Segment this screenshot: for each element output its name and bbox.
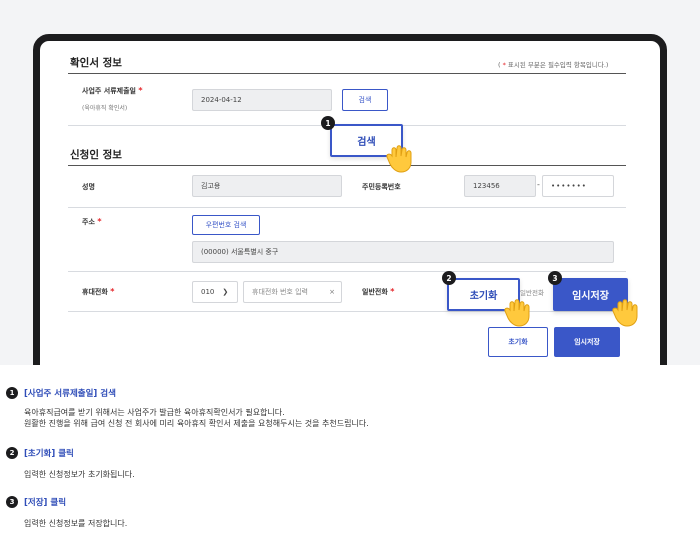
callout-badge-1: 1 [321, 116, 335, 130]
pointer-hand-icon [612, 299, 638, 327]
divider [68, 165, 626, 166]
pointer-hand-icon [504, 299, 530, 327]
step-badge: 1 [6, 387, 18, 399]
step-title: [저장] 클릭 [24, 498, 67, 508]
step-3-header: 3 [저장] 클릭 [6, 496, 66, 508]
step-text: 입력한 신청정보가 초기화됩니다. [24, 470, 135, 479]
employer-submit-label: 사업주 서류제출일 * [82, 86, 143, 95]
step-title: [초기화] 클릭 [24, 449, 74, 459]
required-note: ( * 표시된 부분은 필수입력 항목입니다.) [498, 61, 609, 69]
clear-icon[interactable]: × [329, 288, 335, 296]
address-label: 주소 * [82, 217, 102, 226]
callout-badge-3: 3 [548, 271, 562, 285]
chevron-down-icon: ❯ [222, 288, 229, 296]
rrn-dash: - [537, 180, 540, 189]
divider [68, 207, 626, 208]
mobile-prefix-select[interactable]: 010 ❯ [192, 281, 238, 303]
mobile-number-input[interactable]: 휴대전화 번호 입력 × [243, 281, 342, 303]
search-button[interactable]: 검색 [342, 89, 388, 111]
step-1-body: 육아휴직급여를 받기 위해서는 사업주가 발급한 육아휴직확인서가 필요합니다.… [24, 407, 369, 429]
name-label: 성명 [82, 183, 95, 191]
step-badge: 3 [6, 496, 18, 508]
temp-save-button[interactable]: 임시저장 [554, 327, 620, 357]
landline-label: 일반전화 * [362, 287, 395, 296]
step-1-header: 1 [사업주 서류제출일] 검색 [6, 387, 116, 399]
zipcode-search-button[interactable]: 우편번호 검색 [192, 215, 260, 235]
divider [68, 271, 626, 272]
pointer-hand-icon [386, 145, 412, 173]
step-3-body: 입력한 신청정보를 저장합니다. [24, 518, 127, 529]
confirm-section-title: 확인서 정보 [70, 57, 122, 69]
step-title: [사업주 서류제출일] 검색 [24, 389, 116, 399]
rrn-back-field[interactable]: ••••••• [542, 175, 614, 197]
instructions: 1 [사업주 서류제출일] 검색 육아휴직급여를 받기 위해서는 사업주가 발급… [0, 365, 700, 541]
mobile-label: 휴대전화 * [82, 287, 115, 296]
step-badge: 2 [6, 447, 18, 459]
step-text: 입력한 신청정보를 저장합니다. [24, 519, 128, 528]
screenshot-area: 확인서 정보 ( * 표시된 부분은 필수입력 항목입니다.) 사업주 서류제출… [0, 0, 700, 365]
divider [68, 311, 626, 312]
rrn-front-field[interactable]: 123456 [464, 175, 536, 197]
reset-button[interactable]: 초기화 [488, 327, 548, 357]
step-text: 원활한 진행을 위해 급여 신청 전 회사에 미리 육아휴직 확인서 제출을 요… [24, 419, 369, 428]
applicant-section-title: 신청인 정보 [70, 149, 122, 161]
divider [68, 73, 626, 74]
employer-submit-sublabel: (육아휴직 확인서) [82, 105, 128, 112]
address-field[interactable]: (00000) 서울특별시 중구 [192, 241, 614, 263]
step-2-header: 2 [초기화] 클릭 [6, 447, 74, 459]
callout-badge-2: 2 [442, 271, 456, 285]
employer-submit-date-field[interactable]: 2024-04-12 [192, 89, 332, 111]
step-text: 육아휴직급여를 받기 위해서는 사업주가 발급한 육아휴직확인서가 필요합니다. [24, 408, 285, 417]
rrn-label: 주민등록번호 [362, 183, 401, 191]
device-frame: 확인서 정보 ( * 표시된 부분은 필수입력 항목입니다.) 사업주 서류제출… [33, 34, 667, 365]
name-field[interactable]: 김고용 [192, 175, 342, 197]
step-2-body: 입력한 신청정보가 초기화됩니다. [24, 469, 135, 480]
